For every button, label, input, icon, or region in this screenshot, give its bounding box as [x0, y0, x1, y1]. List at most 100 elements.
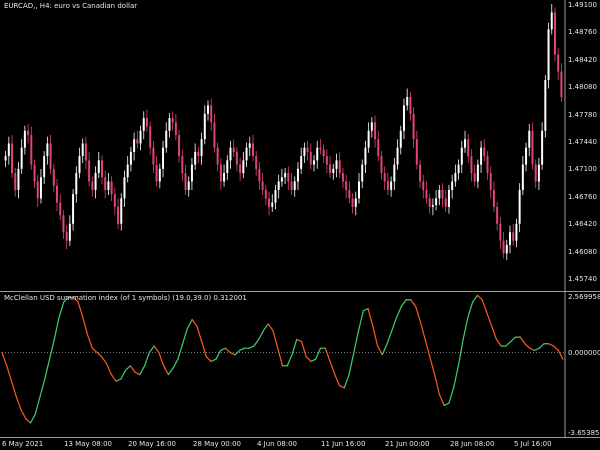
candle-bear: [36, 181, 39, 199]
indicator-segment-falling: [196, 325, 203, 343]
candle-bull: [280, 177, 283, 182]
indicator-segment-rising: [286, 354, 293, 367]
candle-bull: [402, 105, 405, 131]
candle-bull: [120, 198, 123, 224]
indicator-segment-rising: [457, 338, 464, 367]
indicator-segment-rising: [400, 299, 407, 307]
indicator-segment-rising: [139, 365, 146, 376]
price-tick-label: 1.46080: [568, 247, 597, 256]
price-tick-label: 1.47440: [568, 138, 597, 146]
indicator-segment-rising: [262, 323, 269, 332]
indicator-line: [1, 294, 564, 424]
candle-bull: [78, 156, 81, 174]
indicator-segment-rising: [533, 347, 540, 351]
candle-bull: [168, 118, 171, 131]
candle-bear: [492, 189, 495, 207]
candle-bear: [49, 143, 52, 169]
candle-bear: [325, 156, 328, 165]
candle-bear: [412, 113, 415, 140]
time-tick-label: 6 May 2021: [2, 440, 44, 448]
indicator-segment-rising: [453, 365, 460, 389]
candle-bull: [367, 130, 370, 148]
candle-bear: [268, 198, 271, 207]
candle-bull: [46, 143, 49, 157]
candle-bull: [525, 147, 528, 165]
candle-bear: [117, 206, 120, 224]
candle-bull: [72, 194, 75, 224]
candle-bull: [97, 160, 100, 174]
candle-bull: [399, 130, 402, 148]
candle-bull: [528, 130, 531, 148]
candle-bear: [136, 139, 139, 144]
candle-bear: [489, 173, 492, 190]
candle-bull: [454, 173, 457, 182]
candle-bull: [537, 164, 540, 182]
candle-bull: [274, 189, 277, 203]
candle-bear: [290, 181, 293, 190]
price-tick-label: 1.48420: [568, 55, 597, 64]
indicator-segment-falling: [82, 316, 89, 336]
candle-bull: [457, 164, 460, 174]
candle-bear: [213, 122, 216, 148]
indicator-segment-falling: [129, 365, 136, 373]
candle-bear: [251, 143, 254, 157]
candle-bear: [377, 139, 380, 157]
indicator-segment-falling: [338, 384, 345, 389]
candle-bull: [541, 130, 544, 165]
candle-bear: [235, 151, 238, 165]
indicator-segment-falling: [267, 323, 274, 332]
candle-bull: [94, 173, 97, 190]
candle-bull: [229, 147, 232, 161]
candle-bull: [248, 143, 251, 148]
indicator-segment-falling: [324, 347, 331, 362]
indicator-segment-falling: [495, 338, 502, 347]
trading-chart[interactable]: [0, 0, 600, 450]
candle-bull: [43, 156, 46, 178]
indicator-segment-falling: [110, 373, 117, 382]
indicator-segment-rising: [125, 365, 131, 371]
indicator-segment-rising: [220, 347, 227, 351]
indicator-segment-falling: [10, 380, 17, 398]
candle-bear: [197, 151, 200, 157]
candle-bull: [194, 151, 197, 165]
indicator-segment-rising: [253, 338, 260, 347]
time-tick-label: 4 Jun 08:00: [257, 440, 298, 448]
candle-bear: [467, 139, 470, 157]
candle-bull: [431, 205, 434, 207]
indicator-segment-falling: [101, 356, 108, 365]
price-candles: [4, 4, 563, 261]
candle-bull: [313, 160, 316, 165]
candle-bull: [75, 173, 78, 195]
candle-bear: [181, 156, 184, 174]
indicator-segment-rising: [167, 367, 174, 376]
indicator-segment-rising: [115, 378, 122, 382]
candle-bull: [23, 130, 26, 148]
candle-bear: [322, 149, 325, 157]
indicator-segment-rising: [172, 358, 179, 369]
indicator-segment-rising: [48, 338, 55, 360]
candle-bear: [33, 164, 36, 182]
time-tick-label: 20 May 16:00: [128, 440, 177, 448]
candle-bear: [171, 118, 174, 123]
candle-bear: [149, 126, 152, 148]
candle-bull: [357, 181, 360, 199]
candle-bear: [56, 185, 59, 203]
indicator-segment-rising: [182, 327, 189, 345]
price-tick-label: 1.45740: [568, 275, 597, 283]
indicator-segment-rising: [343, 373, 350, 389]
candle-bear: [502, 240, 505, 254]
indicator-segment-falling: [524, 343, 531, 349]
candle-bear: [415, 139, 418, 165]
candle-bear: [496, 206, 499, 224]
candle-bear: [14, 173, 17, 190]
candle-bull: [544, 80, 547, 131]
price-tick-label: 1.49100: [568, 1, 597, 9]
indicator-segment-falling: [6, 365, 13, 382]
indicator-segment-rising: [396, 305, 402, 318]
candle-bull: [396, 147, 399, 165]
candle-bear: [219, 164, 222, 182]
candle-bull: [303, 147, 306, 157]
price-tick-label: 1.46760: [568, 192, 597, 201]
indicator-segment-rising: [538, 343, 545, 349]
indicator-segment-falling: [415, 305, 421, 323]
